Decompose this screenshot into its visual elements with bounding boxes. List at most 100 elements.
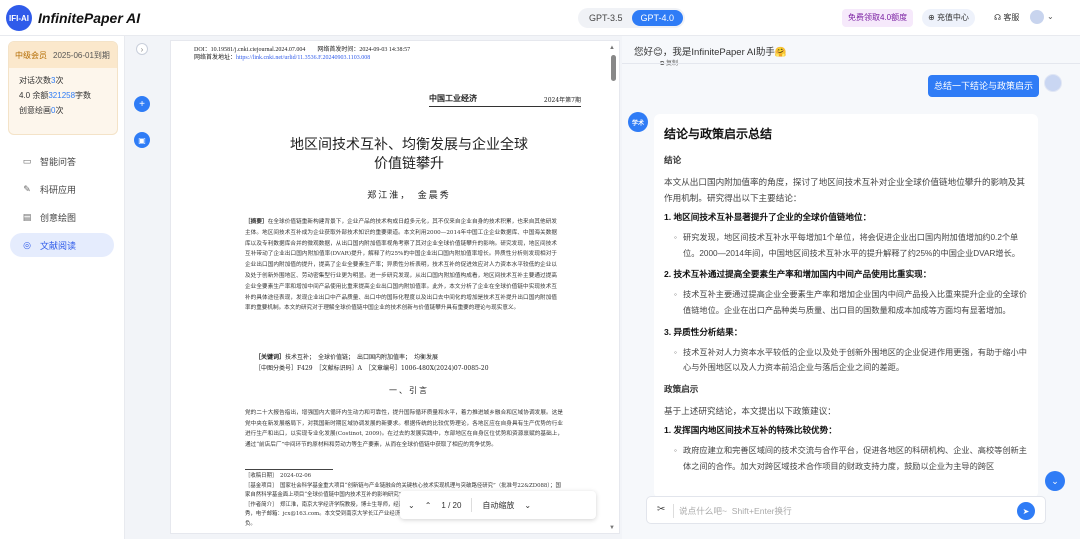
quota-label: 4.0 余额: [19, 91, 49, 100]
membership-header: 中级会员 2025-06-01到期: [9, 42, 117, 68]
section-heading: 一、引言: [389, 386, 429, 395]
chat-icon: ▭: [22, 155, 32, 166]
answer-point-heading: 3. 异质性分析结果：: [664, 326, 743, 337]
quota-unit: 次: [55, 76, 64, 85]
prev-page-button[interactable]: ⌄: [408, 501, 415, 510]
keywords-text: 技术互补； 全球价值链； 出口国内附加值率； 均衡发展: [285, 354, 439, 361]
scissors-icon[interactable]: ✂: [657, 504, 665, 515]
keywords-block: ［关键词］技术互补； 全球价值链； 出口国内附加值率； 均衡发展 ［中图分类号］…: [255, 352, 555, 374]
sidebar-item-reading[interactable]: ◎ 文献阅读: [10, 233, 114, 257]
sidebar-item-research[interactable]: ✎ 科研应用: [10, 177, 114, 201]
answer-point-detail: 研究发现，地区间技术互补水平每增加1个单位，将会促进企业出口国内附加值增加约0.…: [674, 230, 1028, 261]
recharge-button[interactable]: ⊕ 充值中心: [922, 9, 975, 27]
input-divider: [673, 504, 674, 518]
user-message: 总结一下结论与政策启示: [928, 75, 1040, 97]
send-button[interactable]: ➤: [1017, 502, 1035, 520]
plus-circle-icon: ⊕: [928, 13, 935, 22]
user-avatar: [1044, 74, 1062, 92]
doi-header: DOI：10.19581/j.cnki.ciejournal.2024.07.0…: [194, 46, 410, 62]
file-icon: ▣: [138, 135, 146, 145]
article-authors: 郑江淮， 金晨秀: [367, 191, 451, 201]
sidebar-item-label: 智能问答: [40, 156, 77, 167]
answer-section-heading: 结论: [664, 155, 682, 165]
answer-point-heading: 1. 地区间技术互补显著提升了企业的全球价值链地位：: [664, 212, 872, 223]
sidebar-item-label: 文献阅读: [40, 240, 77, 251]
answer-point-heading: 2. 技术互补通过提高全要素生产率和增加国内中间产品使用比重实现：: [664, 269, 932, 280]
chat-input[interactable]: [679, 502, 999, 520]
copy-label: 复制: [665, 61, 678, 67]
footnote-divider: [245, 469, 333, 470]
abstract-text: 在全球价值链重新构建背景下，企业产品的技术构成日趋多元化，其不仅来自企业自身的技…: [245, 219, 557, 312]
add-document-button[interactable]: +: [134, 96, 150, 112]
quota-drawing: 创意绘画0次: [9, 103, 117, 118]
headset-icon: ☊: [994, 13, 1002, 22]
keywords-label: ［关键词］: [255, 354, 286, 361]
scroll-down-icon[interactable]: ▼: [609, 525, 615, 531]
recharge-label: 充值中心: [936, 13, 969, 22]
chat-input-bar: ✂ ➤: [646, 496, 1046, 524]
sidebar-item-qa[interactable]: ▭ 智能问答: [10, 149, 114, 173]
sidebar-item-drawing[interactable]: ▤ 创意绘图: [10, 205, 114, 229]
pdf-scrollbar[interactable]: ▲ ▼: [609, 45, 617, 531]
next-page-button[interactable]: ⌃: [425, 501, 432, 510]
model-switch: GPT-3.5 GPT-4.0: [578, 8, 686, 28]
doi-text: DOI：10.19581/j.cnki.ciejournal.2024.07.0…: [194, 47, 411, 53]
sidebar: 中级会员 2025-06-01到期 对话次数3次 4.0 余额321258字数 …: [0, 36, 125, 539]
scroll-up-icon[interactable]: ▲: [609, 45, 615, 51]
model-gpt35-tab[interactable]: GPT-3.5: [580, 10, 632, 26]
pdf-page: DOI：10.19581/j.cnki.ciejournal.2024.07.0…: [189, 41, 609, 533]
toolbar-divider: [471, 498, 473, 512]
classification-text: ［中图分类号］F429 ［文献标识码］A ［文章编号］1006-480X(202…: [255, 365, 489, 372]
quota-chat-count: 对话次数3次: [9, 73, 117, 88]
zoom-select[interactable]: 自动缩放: [482, 500, 514, 511]
article-title-line: 价值链攀升: [374, 156, 444, 172]
answer-section-heading: 政策启示: [664, 383, 699, 394]
chevron-right-icon[interactable]: ›: [136, 43, 148, 55]
upload-file-button[interactable]: ▣: [134, 132, 150, 148]
top-bar: IFI-AI InfinitePaper AI GPT-3.5 GPT-4.0 …: [0, 0, 1080, 36]
chevron-down-icon[interactable]: ⌄: [524, 501, 531, 510]
plus-icon: +: [139, 98, 145, 110]
doi-link-label: 网络首发地址：: [194, 55, 237, 61]
sidebar-item-label: 科研应用: [40, 184, 77, 195]
assistant-answer: 结论与政策启示总结 结论 本文从出口国内附加值率的角度，探讨了地区间技术互补对企…: [654, 114, 1038, 498]
scroll-to-bottom-button[interactable]: ⌄: [1045, 471, 1065, 491]
pdf-viewer[interactable]: DOI：10.19581/j.cnki.ciejournal.2024.07.0…: [170, 40, 620, 534]
answer-intro: 本文从出口国内附加值率的角度，探讨了地区间技术互补对企业全球价值链地位攀升的影响…: [664, 177, 1025, 203]
article-abstract: ［摘要］在全球价值链重新构建背景下，企业产品的技术构成日趋多元化，其不仅来自企业…: [245, 217, 557, 314]
page-indicator[interactable]: 1 / 20: [441, 501, 461, 510]
answer-policy-intro: 基于上述研究结论，本文提出以下政策建议：: [664, 405, 836, 416]
chevron-down-icon: ⌄: [1051, 475, 1059, 486]
customer-service-button[interactable]: ☊ 客服: [994, 9, 1019, 27]
doi-link[interactable]: https://link.cnki.net/urlid/11.3536.F.20…: [236, 55, 370, 61]
chevron-down-icon[interactable]: ⌄: [1047, 10, 1054, 24]
chat-panel: 您好😊，我是InfinitePaper AI助手🤗 ⧉ 复制 总结一下结论与政策…: [622, 36, 1080, 539]
article-body: 党的二十大报告指出，增强国内大循环内生动力和可靠性，提升国际循环质量和水平，着力…: [245, 410, 563, 448]
abstract-label: ［摘要］: [245, 219, 268, 225]
answer-point-heading: 1. 发挥国内地区间技术互补的特殊比较优势：: [664, 425, 837, 436]
answer-title: 结论与政策启示总结: [664, 127, 773, 141]
quota-label: 创意绘画: [19, 106, 51, 115]
answer-point-detail: 技术互补主要通过提高企业全要素生产率和增加企业国内中间产品投入比重来提升企业的全…: [674, 287, 1028, 318]
quota-unit: 字数: [75, 91, 92, 100]
journal-issue: 2024年第7期: [543, 97, 581, 104]
sidebar-item-label: 创意绘图: [40, 212, 77, 223]
membership-expiry: 2025-06-01到期: [53, 50, 110, 60]
pdf-scrollbar-thumb[interactable]: [611, 55, 616, 81]
free-credit-button[interactable]: 免费领取4.0额度: [842, 9, 914, 27]
article-title-line: 地区间技术互补、均衡发展与企业全球: [290, 137, 528, 153]
compass-icon: ◎: [23, 239, 31, 250]
user-avatar-top[interactable]: [1030, 10, 1044, 24]
app-logo[interactable]: IFI-AI: [6, 5, 32, 31]
membership-badge: 中级会员: [15, 50, 47, 60]
article-title: 地区间技术互补、均衡发展与企业全球 价值链攀升: [229, 136, 589, 174]
answer-point-detail: 政府应建立和完善区域间的技术交流与合作平台，促进各地区的科研机构、企业、高校等创…: [674, 443, 1028, 474]
journal-name: 中国工业经济: [429, 93, 477, 103]
copy-icon: ⧉: [660, 61, 665, 67]
send-icon: ➤: [1022, 506, 1030, 516]
quota-label: 对话次数: [19, 76, 51, 85]
model-gpt40-tab[interactable]: GPT-4.0: [631, 10, 684, 26]
answer-point-detail: 技术互补对人力资本水平较低的企业以及处于创新外围地区的企业促进作用更强，有助于缩…: [674, 345, 1028, 376]
quota-value: 321258: [48, 91, 76, 100]
tool-strip: › + ▣: [126, 36, 158, 539]
